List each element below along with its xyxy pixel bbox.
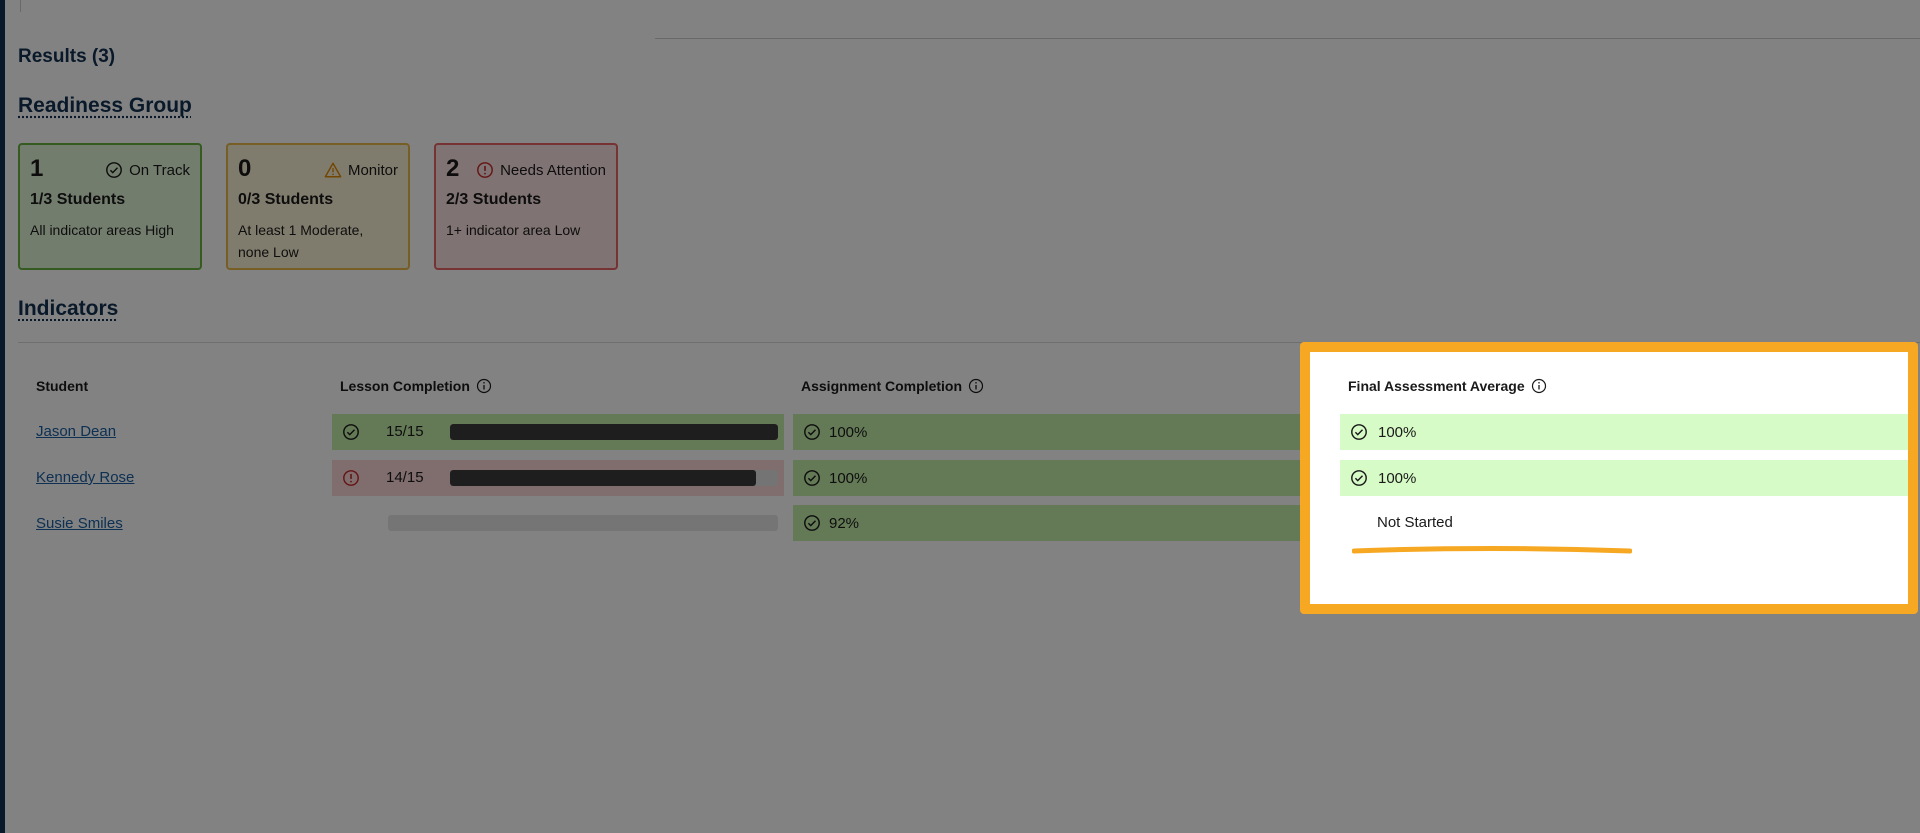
card-status: On Track xyxy=(105,161,190,179)
highlight-spotlight: Final Assessment Average 100% 100% Not S… xyxy=(1302,344,1914,608)
card-description: At least 1 Moderate, none Low xyxy=(238,222,364,260)
card-students: 2/3 Students xyxy=(446,191,542,208)
student-link-jason-dean[interactable]: Jason Dean xyxy=(36,423,116,440)
info-icon[interactable] xyxy=(1531,378,1547,394)
column-header-lesson-completion: Lesson Completion xyxy=(340,378,492,394)
assignment-value: 92% xyxy=(829,514,860,532)
check-circle-icon xyxy=(804,470,820,486)
card-status: Monitor xyxy=(324,161,398,179)
info-icon[interactable] xyxy=(968,378,984,394)
card-status-label: Monitor xyxy=(347,161,398,179)
lesson-count: 15/15 xyxy=(386,423,424,440)
card-description: 1+ indicator area Low xyxy=(446,222,581,238)
student-link-susie-smiles[interactable]: Susie Smiles xyxy=(36,515,123,532)
assignment-cell: 100% xyxy=(793,414,1332,450)
indicators-divider xyxy=(18,342,1920,343)
card-status: Needs Attention xyxy=(476,161,606,179)
final-assessment-cell: 100% xyxy=(1340,460,1914,496)
final-assessment-value: 100% xyxy=(1378,423,1417,441)
column-header-label: Final Assessment Average xyxy=(1348,378,1525,394)
readiness-group-heading[interactable]: Readiness Group xyxy=(18,94,192,118)
lesson-progress-bar-empty xyxy=(388,515,778,531)
check-circle-icon xyxy=(804,424,820,440)
assignment-cell: 100% xyxy=(793,460,1332,496)
assignment-cell: 92% xyxy=(793,505,1332,541)
left-navigation-edge xyxy=(0,0,5,833)
student-link-kennedy-rose[interactable]: Kennedy Rose xyxy=(36,469,134,486)
column-header-label: Assignment Completion xyxy=(801,378,963,394)
column-header-label: Student xyxy=(36,378,89,394)
lesson-progress-bar xyxy=(450,470,778,486)
final-assessment-not-started: Not Started xyxy=(1377,514,1453,531)
final-assessment-value: 100% xyxy=(1378,469,1417,487)
column-header-final-assessment-average: Final Assessment Average xyxy=(1348,378,1547,394)
lesson-progress-fill xyxy=(450,470,757,486)
top-divider-line xyxy=(655,38,1920,39)
card-description: All indicator areas High xyxy=(30,222,174,238)
warning-triangle-icon xyxy=(324,162,342,178)
column-header-label: Lesson Completion xyxy=(340,378,470,394)
card-status-label: Needs Attention xyxy=(500,161,606,179)
results-count: Results (3) xyxy=(18,46,116,67)
readiness-card-monitor[interactable]: 0 Monitor 0/3 Students At least 1 Modera… xyxy=(226,143,410,270)
card-count: 0 xyxy=(238,155,252,182)
card-students: 0/3 Students xyxy=(238,191,334,208)
card-count: 2 xyxy=(446,155,460,182)
alert-circle-icon xyxy=(477,162,493,178)
assignment-value: 100% xyxy=(829,423,868,441)
lesson-progress-bar xyxy=(450,424,778,440)
alert-circle-icon xyxy=(343,470,359,486)
check-circle-icon xyxy=(106,162,123,178)
top-divider xyxy=(20,0,21,12)
assignment-value: 100% xyxy=(829,469,868,487)
card-count: 1 xyxy=(30,155,44,182)
lesson-cell: 15/15 xyxy=(332,414,784,450)
card-students: 1/3 Students xyxy=(30,191,126,208)
lesson-progress-fill xyxy=(450,424,778,440)
lesson-cell: 14/15 xyxy=(332,460,784,496)
readiness-card-needs-attention[interactable]: 2 Needs Attention 2/3 Students 1+ indica… xyxy=(434,143,618,270)
check-circle-icon xyxy=(804,515,820,531)
column-header-assignment-completion: Assignment Completion xyxy=(801,378,984,394)
check-circle-icon xyxy=(343,424,359,440)
check-circle-icon xyxy=(1351,470,1367,486)
indicators-heading[interactable]: Indicators xyxy=(18,297,118,321)
lesson-count: 14/15 xyxy=(386,469,424,486)
card-status-label: On Track xyxy=(129,161,190,179)
readiness-card-on-track[interactable]: 1 On Track 1/3 Students All indicator ar… xyxy=(18,143,202,270)
final-assessment-cell: 100% xyxy=(1340,414,1914,450)
check-circle-icon xyxy=(1351,424,1367,440)
info-icon[interactable] xyxy=(476,378,492,394)
column-header-student: Student xyxy=(36,378,88,394)
